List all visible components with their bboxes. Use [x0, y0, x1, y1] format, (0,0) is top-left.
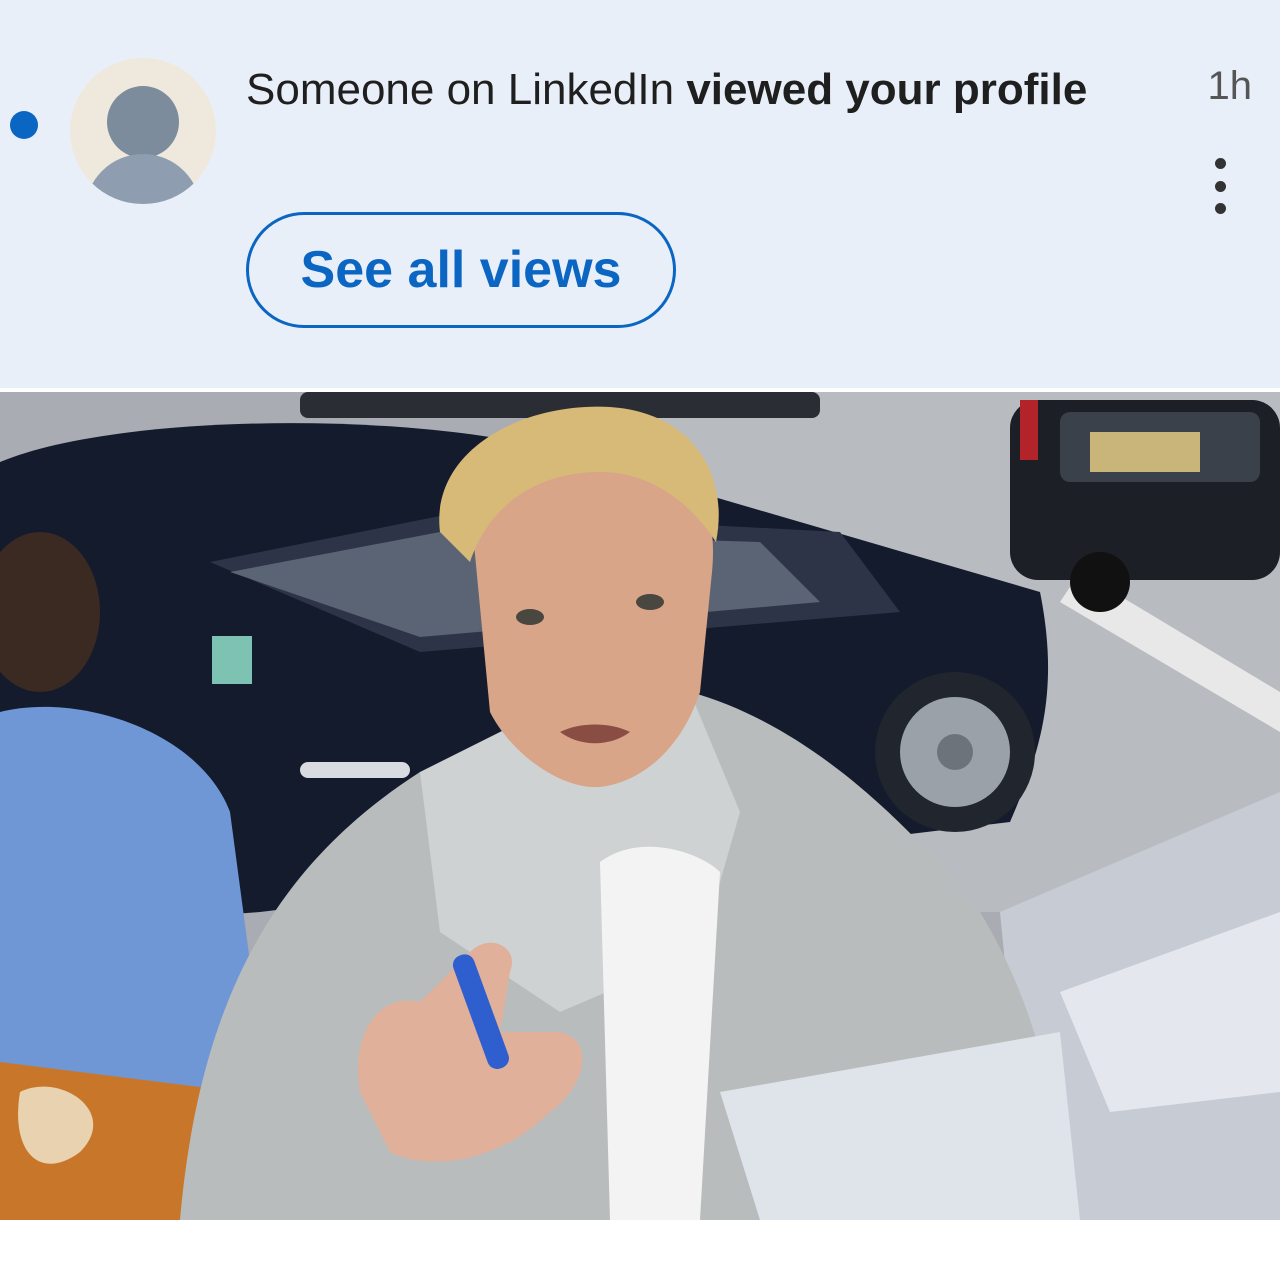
street-photo	[0, 392, 1280, 1220]
default-avatar-icon[interactable]	[70, 58, 216, 204]
avatar-head	[107, 86, 179, 158]
avatar-body	[85, 154, 201, 204]
see-all-views-button[interactable]: See all views	[246, 212, 676, 328]
more-dot	[1214, 158, 1226, 169]
message-bold: viewed your profile	[686, 65, 1088, 114]
more-options-icon[interactable]	[1208, 158, 1232, 214]
more-dot	[1214, 180, 1226, 192]
timestamp: 1h	[1207, 64, 1253, 108]
notification-card[interactable]: Someone on LinkedIn viewed your profile …	[0, 0, 1280, 388]
photo-illustration	[0, 392, 1280, 1220]
unread-dot-icon	[10, 111, 38, 139]
notification-message[interactable]: Someone on LinkedIn viewed your profile	[246, 62, 1106, 118]
more-dot	[1214, 203, 1226, 214]
message-plain: Someone on LinkedIn	[246, 65, 687, 114]
